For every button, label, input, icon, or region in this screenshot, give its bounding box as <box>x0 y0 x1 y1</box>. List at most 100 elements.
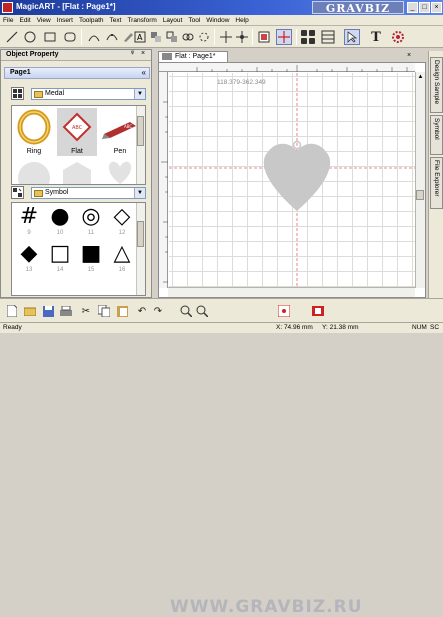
symbol-item[interactable]: ■ 15 <box>76 241 106 277</box>
drawing-canvas[interactable]: 118.379-362.349 <box>169 73 415 287</box>
symbol-item[interactable]: ● 10 <box>45 204 75 240</box>
right-dock-tabs: Design Sample Symbol File Explorer <box>428 51 443 298</box>
pen-medal-icon: ABC <box>102 122 136 139</box>
shield-medal-thumb[interactable] <box>59 158 95 184</box>
scroll-up-icon[interactable]: ▲ <box>417 74 424 81</box>
scroll-thumb[interactable] <box>416 190 424 200</box>
node-edit-icon[interactable] <box>86 29 102 45</box>
symbol-item[interactable]: ◎ 11 <box>76 204 106 240</box>
new-file-icon[interactable] <box>4 303 20 319</box>
snap-grid-icon[interactable] <box>276 303 292 319</box>
position-icon[interactable] <box>234 29 250 45</box>
medal-item-ring[interactable]: Ring <box>14 108 54 156</box>
medal-category-value: Medal <box>45 90 65 97</box>
symbol-category-dropdown[interactable]: Symbol ▼ <box>31 187 146 199</box>
symbol-number: 13 <box>25 267 33 273</box>
num-lock-indicator: NUM <box>412 324 427 331</box>
symbol-scrollbar[interactable] <box>136 203 145 295</box>
zoom-in-icon[interactable] <box>178 303 194 319</box>
medal-scrollbar[interactable] <box>136 106 145 184</box>
symbol-number: 15 <box>87 267 95 273</box>
minimize-button[interactable]: _ <box>407 2 418 13</box>
menu-file[interactable]: File <box>0 15 16 25</box>
heart-medal-thumb[interactable] <box>102 158 138 184</box>
menu-edit[interactable]: Edit <box>16 15 33 25</box>
medal-item-flat[interactable]: ABC Flat <box>57 108 97 156</box>
tab-symbol[interactable]: Symbol <box>430 115 443 155</box>
menu-tool[interactable]: Tool <box>185 15 203 25</box>
collapse-icon[interactable]: « <box>142 68 146 77</box>
symbol-item[interactable]: □ 14 <box>45 241 75 277</box>
pen-icon[interactable] <box>4 29 20 45</box>
text-frame-icon[interactable]: A <box>132 29 148 45</box>
text-icon[interactable]: T <box>368 29 384 45</box>
paste-icon[interactable] <box>114 303 130 319</box>
maximize-button[interactable]: □ <box>419 2 430 13</box>
medal-label: Flat <box>71 148 83 155</box>
rectangle-icon[interactable] <box>42 29 58 45</box>
select-icon[interactable] <box>344 29 360 45</box>
canvas-vertical-scrollbar[interactable]: ▲ <box>415 72 425 288</box>
trim-icon[interactable] <box>164 29 180 45</box>
cut-icon[interactable]: ✂ <box>78 303 94 319</box>
tab-file-explorer[interactable]: File Explorer <box>430 157 443 209</box>
symbol-item[interactable]: #9 <box>14 204 44 240</box>
align-icon[interactable] <box>218 29 234 45</box>
menu-toolpath[interactable]: Toolpath <box>76 15 107 25</box>
ellipse-icon[interactable] <box>22 29 38 45</box>
scroll-thumb[interactable] <box>137 116 144 146</box>
save-icon[interactable] <box>40 303 56 319</box>
break-icon[interactable] <box>196 29 212 45</box>
medal-item-pen[interactable]: ABC Pen <box>100 108 140 156</box>
grid-icon[interactable] <box>300 29 316 45</box>
medal-category-dropdown[interactable]: Medal ▼ <box>31 88 146 100</box>
guide-icon[interactable] <box>276 29 292 45</box>
menu-layout[interactable]: Layout <box>160 15 186 25</box>
list-icon[interactable] <box>320 29 336 45</box>
panel-header: Object Property ᵠ × <box>1 50 151 61</box>
symbol-view-icon[interactable] <box>11 186 24 199</box>
rounded-rectangle-icon[interactable] <box>62 29 78 45</box>
page-label: Page1 <box>10 69 31 76</box>
crop-icon[interactable] <box>256 29 272 45</box>
app-icon[interactable] <box>2 2 13 13</box>
tab-label: Design Sample <box>433 60 440 105</box>
symbol-item[interactable]: △ 16 <box>107 241 137 277</box>
canvas-horizontal-scrollbar[interactable] <box>168 287 415 297</box>
panel-close-icon[interactable]: × <box>141 50 145 57</box>
menu-view[interactable]: View <box>34 15 54 25</box>
join-icon[interactable] <box>180 29 196 45</box>
zoom-out-icon[interactable] <box>194 303 210 319</box>
print-icon[interactable] <box>58 303 74 319</box>
smooth-icon[interactable] <box>104 29 120 45</box>
menu-insert[interactable]: Insert <box>54 15 76 25</box>
copy-icon[interactable] <box>96 303 112 319</box>
gear-icon[interactable] <box>390 29 406 45</box>
menu-text[interactable]: Text <box>107 15 125 25</box>
document-close-icon[interactable]: × <box>407 52 411 59</box>
pin-icon[interactable]: ᵠ <box>131 50 134 57</box>
symbol-number: 12 <box>118 230 126 236</box>
grid-view-icon[interactable] <box>11 87 24 100</box>
symbol-item[interactable]: ◆ 13 <box>14 241 44 277</box>
page-header[interactable]: Page1 « <box>4 67 150 79</box>
snap-object-icon[interactable] <box>310 303 326 319</box>
circle-medal-thumb[interactable] <box>16 158 52 184</box>
menu-window[interactable]: Window <box>203 15 232 25</box>
vertical-ruler <box>159 72 168 288</box>
open-file-icon[interactable] <box>22 303 38 319</box>
close-button[interactable]: × <box>431 2 442 13</box>
tab-design-sample[interactable]: Design Sample <box>430 57 443 113</box>
symbol-glyph: □ <box>49 241 71 266</box>
scroll-thumb[interactable] <box>137 221 144 247</box>
menu-help[interactable]: Help <box>232 15 251 25</box>
title-bar: MagicART - [Flat : Page1*] GRAVBIZ _ □ × <box>0 0 443 15</box>
heart-medal-shape[interactable] <box>257 133 337 213</box>
symbol-number: 11 <box>87 230 95 236</box>
redo-icon[interactable]: ↷ <box>150 303 166 319</box>
scroll-lock-indicator: SC <box>430 324 440 331</box>
weld-icon[interactable] <box>148 29 164 45</box>
symbol-item[interactable]: ◇ 12 <box>107 204 137 240</box>
menu-transform[interactable]: Transform <box>124 15 159 25</box>
undo-icon[interactable]: ↶ <box>134 303 150 319</box>
